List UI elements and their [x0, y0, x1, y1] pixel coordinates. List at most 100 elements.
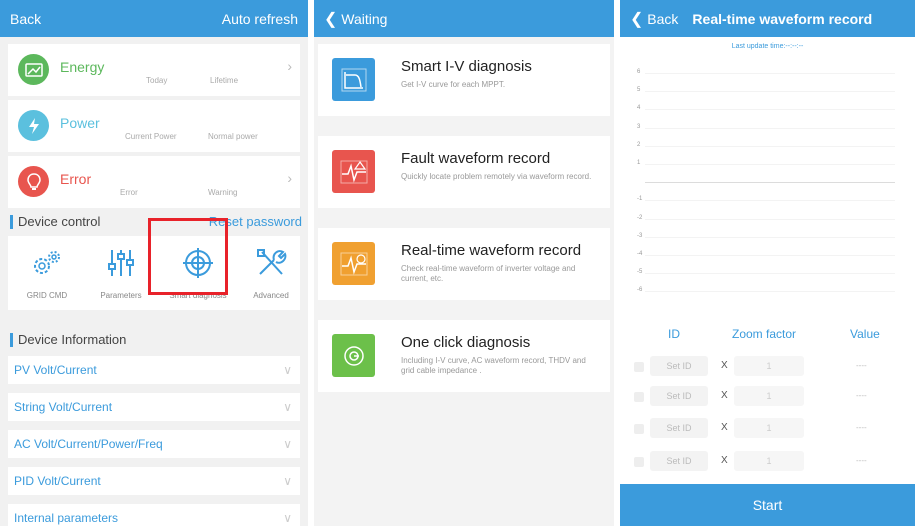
channel-checkbox[interactable]	[634, 424, 644, 434]
realtime-waveform-desc: Check real-time waveform of inverter vol…	[401, 264, 576, 283]
realtime-waveform-icon	[332, 242, 375, 285]
channel-value: ----	[856, 456, 867, 465]
auto-refresh-button[interactable]: Auto refresh	[222, 11, 298, 27]
realtime-waveform-item[interactable]: Real-time waveform record Check real-tim…	[318, 228, 610, 300]
grid-line	[645, 291, 895, 293]
set-id-button[interactable]: Set ID	[650, 451, 708, 471]
zoom-factor-input[interactable]: 1	[734, 451, 804, 471]
info-item-internal[interactable]: Internal parameters ∨	[8, 504, 300, 526]
y-axis-label: -5	[637, 269, 643, 276]
parameters-button[interactable]: Parameters	[86, 246, 156, 300]
chevron-down-icon: ∨	[283, 363, 292, 377]
info-item-label: String Volt/Current	[14, 400, 113, 414]
set-id-button[interactable]: Set ID	[650, 386, 708, 406]
power-icon	[18, 110, 49, 141]
back-label: Back	[647, 10, 679, 27]
chevron-down-icon: ∨	[283, 437, 292, 451]
y-axis-label: 4	[637, 105, 641, 112]
energy-card[interactable]: Energy Today Lifetime ›	[8, 44, 300, 96]
chevron-left-icon: ❮	[324, 10, 338, 28]
last-update-label: Last update time:--:--:--	[731, 43, 804, 50]
current-power-label: Current Power	[125, 132, 177, 141]
device-panel: Back Auto refresh Energy Today Lifetime …	[0, 0, 308, 526]
multiply-label: X	[721, 360, 728, 371]
chevron-down-icon: ∨	[283, 400, 292, 414]
highlight-box	[148, 218, 228, 295]
grid-line	[645, 236, 895, 238]
y-axis-label: 6	[637, 69, 641, 75]
y-axis-label: -2	[637, 214, 643, 221]
start-button[interactable]: Start	[620, 484, 915, 526]
channel-row: Set ID X 1 ----	[620, 356, 915, 378]
back-button[interactable]: Back	[10, 11, 41, 27]
power-card[interactable]: Power Current Power Normal power	[8, 100, 300, 152]
grid-line	[645, 218, 895, 220]
device-control-title: Device control	[10, 215, 100, 229]
advanced-button[interactable]: Advanced	[236, 246, 306, 300]
error-count-label: Error	[120, 188, 138, 197]
y-axis-label: -3	[637, 232, 643, 239]
chevron-right-icon: ›	[287, 170, 292, 186]
channel-checkbox[interactable]	[634, 457, 644, 467]
fault-waveform-title: Fault waveform record	[401, 150, 551, 167]
set-id-button[interactable]: Set ID	[650, 356, 708, 376]
error-icon	[18, 166, 49, 197]
fault-waveform-item[interactable]: Fault waveform record Quickly locate pro…	[318, 136, 610, 208]
chevron-down-icon: ∨	[283, 511, 292, 525]
fault-waveform-desc: Quickly locate problem remotely via wave…	[401, 172, 592, 181]
realtime-waveform-title: Real-time waveform record	[401, 242, 582, 259]
header-bar: ❮ Back Real-time waveform record	[620, 0, 915, 37]
info-item-label: Internal parameters	[14, 511, 119, 525]
chevron-down-icon: ∨	[283, 474, 292, 488]
back-label: Waiting	[341, 10, 388, 27]
channel-row: Set ID X 1 ----	[620, 451, 915, 473]
smart-iv-title: Smart I-V diagnosis	[401, 58, 532, 75]
header-bar: ❮ Waiting	[314, 0, 614, 37]
advanced-label: Advanced	[253, 291, 289, 300]
channel-checkbox[interactable]	[634, 362, 644, 372]
set-id-button[interactable]: Set ID	[650, 418, 708, 438]
grid-line	[645, 164, 895, 165]
info-item-string[interactable]: String Volt/Current ∨	[8, 393, 300, 421]
one-click-icon	[332, 334, 375, 377]
grid-line	[645, 182, 895, 184]
info-item-pid[interactable]: PID Volt/Current ∨	[8, 467, 300, 495]
diagnosis-panel: ❮ Waiting Smart I-V diagnosis Get I-V cu…	[314, 0, 614, 526]
zoom-column-header: Zoom factor	[732, 327, 797, 341]
grid-cmd-button[interactable]: GRID CMD	[12, 246, 82, 300]
one-click-item[interactable]: One click diagnosis Including I-V curve,…	[318, 320, 610, 392]
info-item-pv[interactable]: PV Volt/Current ∨	[8, 356, 300, 384]
grid-line	[645, 127, 895, 129]
zoom-factor-input[interactable]: 1	[734, 386, 804, 406]
info-item-ac[interactable]: AC Volt/Current/Power/Freq ∨	[8, 430, 300, 458]
info-item-label: PID Volt/Current	[14, 474, 101, 488]
sliders-icon	[108, 250, 134, 276]
energy-icon	[18, 54, 49, 85]
y-axis-label: -6	[637, 287, 643, 294]
page-title: Real-time waveform record	[692, 10, 873, 27]
grid-line	[645, 145, 895, 147]
normal-power-label: Normal power	[208, 132, 258, 141]
grid-line	[645, 73, 895, 74]
channel-value: ----	[856, 423, 867, 432]
zoom-factor-input[interactable]: 1	[734, 356, 804, 376]
warning-count-label: Warning	[208, 188, 238, 197]
value-column-header: Value	[850, 327, 880, 341]
channel-checkbox[interactable]	[634, 392, 644, 402]
info-item-label: AC Volt/Current/Power/Freq	[14, 437, 163, 451]
multiply-label: X	[721, 422, 728, 433]
parameters-label: Parameters	[100, 291, 142, 300]
y-axis-label: -1	[637, 196, 643, 203]
grid-line	[645, 109, 895, 111]
smart-iv-item[interactable]: Smart I-V diagnosis Get I-V curve for ea…	[318, 44, 610, 116]
energy-title: Energy	[60, 59, 105, 75]
smart-iv-desc: Get I-V curve for each MPPT.	[401, 80, 506, 89]
zoom-factor-input[interactable]: 1	[734, 418, 804, 438]
back-button[interactable]: ❮ Waiting	[324, 9, 387, 29]
channel-row: Set ID X 1 ----	[620, 386, 915, 408]
one-click-desc: Including I-V curve, AC waveform record,…	[401, 356, 586, 375]
back-button[interactable]: ❮ Back	[630, 9, 678, 29]
y-axis-label: 5	[637, 87, 641, 94]
id-column-header: ID	[668, 327, 680, 341]
error-card[interactable]: Error Error Warning ›	[8, 156, 300, 208]
